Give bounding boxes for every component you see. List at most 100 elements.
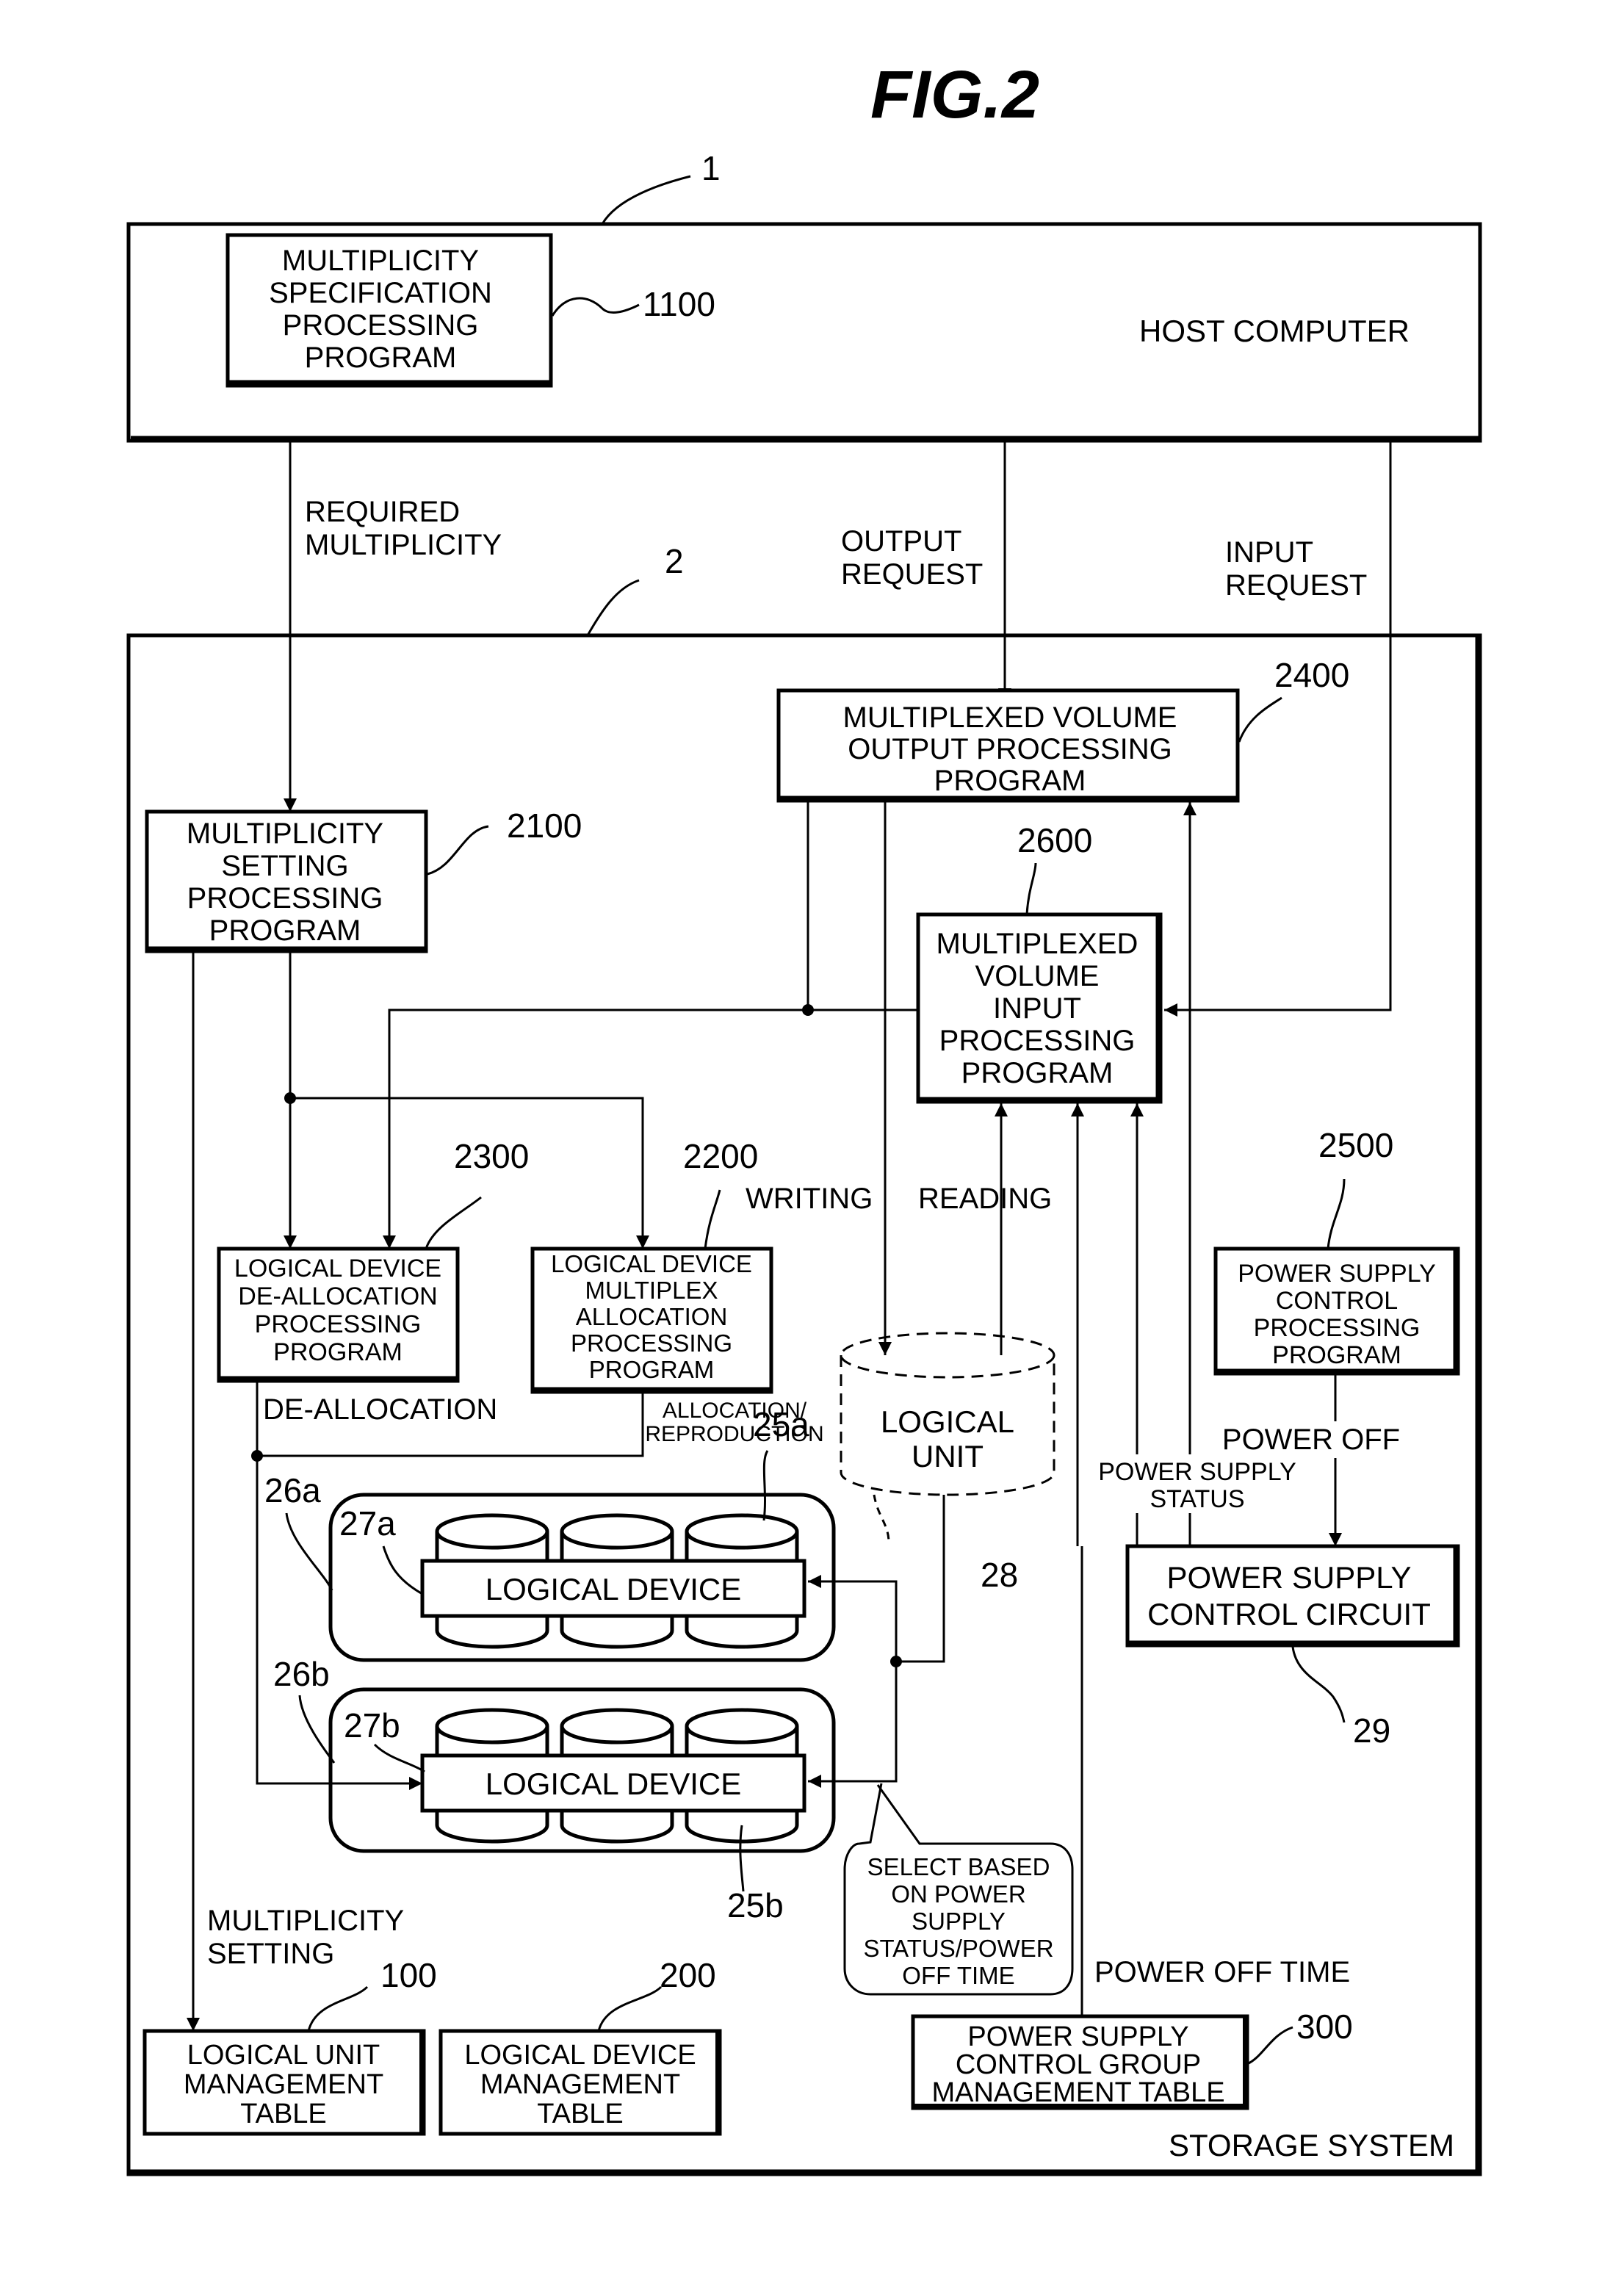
box-line: PROGRAM — [1272, 1341, 1401, 1369]
multiplicity-setting-box[interactable]: MULTIPLICITY SETTING PROCESSING PROGRAM — [145, 809, 428, 953]
logical-device-a[interactable]: LOGICAL DEVICE — [420, 1559, 806, 1618]
box-line: PROGRAM — [273, 1338, 403, 1366]
box-line: LOGICAL UNIT — [187, 2040, 380, 2071]
box-line: MANAGEMENT TABLE — [931, 2077, 1224, 2108]
box-line: PROGRAM — [589, 1356, 715, 1383]
power-supply-status-label: POWER SUPPLY — [1098, 1458, 1296, 1486]
ref-1: 1 — [701, 149, 721, 187]
callout-line: OFF TIME — [902, 1962, 1014, 1989]
leader-28 — [873, 1494, 890, 1543]
box-line: POWER SUPPLY — [967, 2021, 1188, 2052]
ref-26a: 26a — [264, 1471, 321, 1509]
ref-27b: 27b — [344, 1706, 400, 1745]
ref-200: 200 — [660, 1956, 716, 1994]
leader-300 — [1246, 2026, 1293, 2065]
box-line: MULTIPLEXED — [936, 928, 1138, 960]
box-line: SPECIFICATION — [269, 277, 492, 309]
box-line: CONTROL GROUP — [956, 2049, 1201, 2080]
box-line: PROCESSING — [1254, 1314, 1421, 1342]
required-multiplicity-label: REQUIRED — [305, 496, 460, 528]
box-line: LOGICAL — [881, 1404, 1014, 1439]
disk-top — [435, 1708, 549, 1745]
leader-2 — [586, 579, 640, 636]
output-request-label: OUTPUT — [841, 525, 961, 558]
ref-2300: 2300 — [454, 1137, 529, 1175]
box-line: PROCESSING — [571, 1329, 732, 1357]
ref-26b: 26b — [273, 1655, 330, 1693]
leader-2200 — [704, 1189, 721, 1249]
box-line: VOLUME — [975, 960, 1100, 992]
lu-to-ld-line — [896, 1495, 945, 1663]
multiplexed-volume-input-box[interactable]: MULTIPLEXED VOLUME INPUT PROCESSING PROG… — [916, 912, 1163, 1104]
logical-device-b[interactable]: LOGICAL DEVICE — [420, 1753, 806, 1813]
diagram-canvas: FIG.2 HOST COMPUTER 1 MULTIPLICITY SPECI… — [126, 57, 1482, 2176]
leader-2400 — [1238, 696, 1282, 743]
multiplexed-volume-output-box[interactable]: MULTIPLEXED VOLUME OUTPUT PROCESSING PRO… — [776, 688, 1240, 803]
callout-line: ON POWER — [891, 1880, 1025, 1908]
logical-device-multiplex-allocation-box[interactable]: LOGICAL DEVICE MULTIPLEX ALLOCATION PROC… — [530, 1246, 773, 1394]
junction-dot — [251, 1450, 263, 1462]
callout-line: STATUS/POWER — [863, 1935, 1053, 1962]
power-supply-control-program-box[interactable]: POWER SUPPLY CONTROL PROCESSING PROGRAM — [1213, 1246, 1460, 1376]
ref-100: 100 — [380, 1956, 437, 1994]
writing-label: WRITING — [746, 1183, 873, 1215]
box-line: PROGRAM — [305, 342, 457, 374]
leader-26a — [285, 1512, 333, 1591]
box-line: PROGRAM — [934, 765, 1086, 797]
power-supply-control-group-management-table[interactable]: POWER SUPPLY CONTROL GROUP MANAGEMENT TA… — [911, 2014, 1249, 2110]
box-line: PROCESSING — [255, 1310, 422, 1338]
leader-29 — [1291, 1646, 1346, 1723]
output-request-label: REQUEST — [841, 558, 983, 591]
input-request-label: REQUEST — [1225, 569, 1367, 602]
select-callout: SELECT BASED ON POWER SUPPLY STATUS/POWE… — [843, 1783, 1074, 1996]
box-line: MANAGEMENT — [480, 2069, 680, 2100]
leader-25a — [762, 1450, 769, 1521]
ref-2200: 2200 — [683, 1137, 758, 1175]
leader-2600 — [1025, 862, 1037, 915]
box-line: PROCESSING — [939, 1025, 1136, 1057]
disk-top — [685, 1708, 799, 1745]
box-line: LOGICAL DEVICE — [234, 1255, 441, 1282]
leader-200 — [597, 1985, 663, 2032]
ref-300: 300 — [1296, 2007, 1353, 2046]
box-line: MANAGEMENT — [184, 2069, 383, 2100]
disk-top — [560, 1708, 674, 1745]
box-line: TABLE — [537, 2099, 624, 2129]
ref-2: 2 — [665, 542, 684, 580]
box-line: PROGRAM — [961, 1057, 1114, 1089]
ref-2400: 2400 — [1274, 656, 1349, 694]
input-request-label: INPUT — [1225, 536, 1313, 569]
logical-unit-management-table[interactable]: LOGICAL UNIT MANAGEMENT TABLE — [142, 2029, 426, 2136]
box-line: OUTPUT PROCESSING — [848, 733, 1172, 765]
figure-title: FIG.2 — [870, 57, 1039, 132]
storage-system-label: STORAGE SYSTEM — [1169, 2128, 1454, 2162]
select-to-ld-a-line — [808, 1575, 898, 1662]
callout-line: SUPPLY — [912, 1908, 1006, 1935]
ref-29: 29 — [1353, 1711, 1390, 1750]
ref-28: 28 — [981, 1556, 1018, 1594]
multiplicity-specification-box[interactable]: MULTIPLICITY SPECIFICATION PROCESSING PR… — [225, 233, 553, 388]
logical-device-deallocation-box[interactable]: LOGICAL DEVICE DE-ALLOCATION PROCESSING … — [217, 1246, 460, 1383]
logical-device-management-table[interactable]: LOGICAL DEVICE MANAGEMENT TABLE — [439, 2029, 722, 2136]
ref-1100: 1100 — [643, 285, 715, 323]
leader-100 — [307, 1985, 369, 2032]
box-line: MULTIPLEX — [585, 1277, 718, 1304]
ref-27a: 27a — [339, 1504, 396, 1543]
select-to-ld-b-line — [808, 1662, 898, 1788]
logical-device-label: LOGICAL DEVICE — [486, 1572, 742, 1606]
box-line: MULTIPLEXED VOLUME — [843, 701, 1177, 734]
box-line: POWER SUPPLY — [1238, 1260, 1436, 1288]
ref-2100: 2100 — [507, 807, 582, 845]
leader-2500 — [1327, 1178, 1346, 1249]
box-line: CONTROL — [1276, 1287, 1398, 1315]
leader-2100 — [427, 825, 489, 876]
box-line: UNIT — [912, 1439, 984, 1473]
leader-2300 — [425, 1196, 482, 1249]
box-line: PROCESSING — [283, 309, 479, 342]
power-supply-control-circuit-box[interactable]: POWER SUPPLY CONTROL CIRCUIT — [1125, 1544, 1460, 1648]
box-line: TABLE — [240, 2099, 327, 2129]
required-multiplicity-label: MULTIPLICITY — [305, 529, 502, 561]
logical-unit-cylinder[interactable]: LOGICAL UNIT — [840, 1332, 1055, 1496]
ref-25a: 25a — [753, 1405, 809, 1443]
box-line: ALLOCATION — [576, 1303, 728, 1330]
